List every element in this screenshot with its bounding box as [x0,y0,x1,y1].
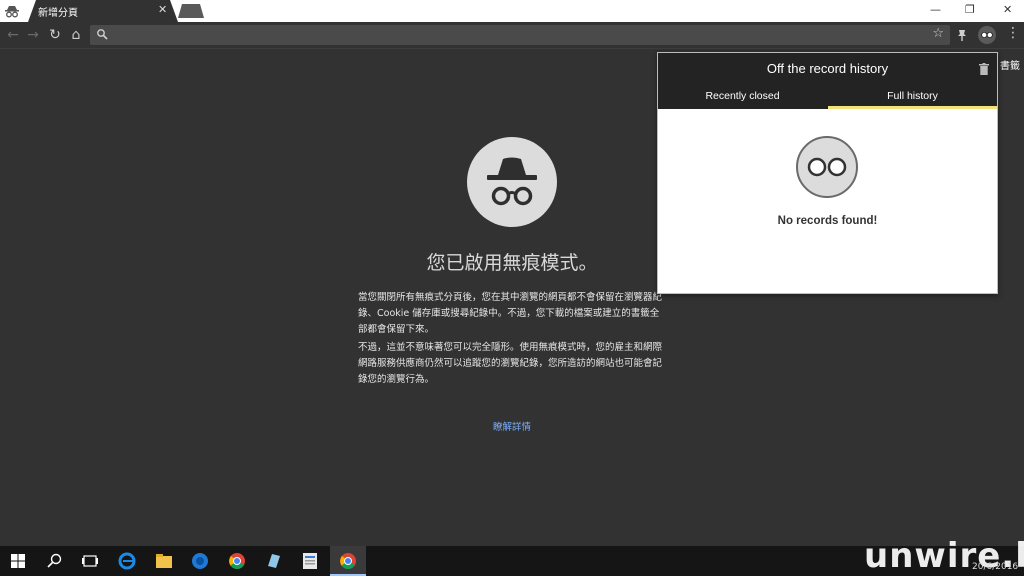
document-app-icon[interactable] [300,551,320,571]
forward-button[interactable]: → [24,26,42,44]
popup-title: Off the record history [766,61,889,76]
active-chrome-incognito-task[interactable] [330,546,366,576]
incognito-logo-icon [5,6,19,18]
tab-new-tab[interactable]: 新增分頁 ✕ [28,0,178,22]
minimize-button[interactable]: — [930,3,941,16]
menu-button[interactable]: ⋮ [1006,25,1020,41]
no-records-message: No records found! [777,215,878,227]
search-icon [97,29,108,40]
empty-eyes-icon [796,136,858,198]
media-app-icon[interactable] [190,551,210,571]
chrome-incognito-icon [340,553,356,569]
tab-title: 新增分頁 [38,8,78,19]
incognito-title: 您已啟用無痕模式。 [426,252,598,274]
bookmark-star-icon[interactable]: ☆ [932,26,944,41]
taskbar-date: 20/6/2016 [972,562,1019,572]
home-button[interactable]: ⌂ [67,26,85,44]
restore-button[interactable]: ❐ [965,3,975,16]
off-the-record-extension-button[interactable] [978,26,996,44]
windows-start-icon[interactable] [8,551,28,571]
back-button[interactable]: ← [4,26,22,44]
new-tab-button[interactable] [178,4,204,18]
search-icon[interactable] [45,551,65,571]
learn-more-link[interactable]: 瞭解詳情 [460,419,564,433]
chrome-icon[interactable] [227,551,247,571]
incognito-paragraph-1: 當您關閉所有無痕式分頁後，您在其中瀏覽的網頁都不會保留在瀏覽器紀錄、Cookie… [358,292,663,335]
task-view-icon[interactable] [80,551,100,571]
eyes-icon [981,32,993,38]
tab-close-icon[interactable]: ✕ [158,3,167,16]
reload-button[interactable]: ↻ [46,26,64,44]
file-explorer-icon[interactable] [154,551,174,571]
bookmarks-label[interactable]: 書籤 [1000,57,1020,72]
trash-icon[interactable] [979,63,989,75]
notes-app-icon[interactable] [264,551,284,571]
incognito-spy-icon [467,137,557,227]
address-bar[interactable]: ☆ [90,25,950,45]
popup-header: Off the record history Recently closed F… [658,53,997,109]
off-the-record-popup: Off the record history Recently closed F… [657,52,998,294]
pin-extension-icon[interactable] [955,28,969,42]
tab-recently-closed[interactable]: Recently closed [658,87,827,109]
close-window-button[interactable]: ✕ [1003,3,1012,16]
tab-full-history[interactable]: Full history [828,87,997,109]
toolbar: ← → ↻ ⌂ ☆ [0,22,1024,48]
eyes-glyph [807,157,847,177]
incognito-paragraph-2: 不過，這並不意味著您可以完全隱形。使用無痕模式時，您的雇主和網際網路服務供應商仍… [358,342,663,385]
spy-icon [487,157,537,206]
edge-browser-icon[interactable] [117,551,137,571]
title-bar: 新增分頁 ✕ — ❐ ✕ [0,0,1024,22]
